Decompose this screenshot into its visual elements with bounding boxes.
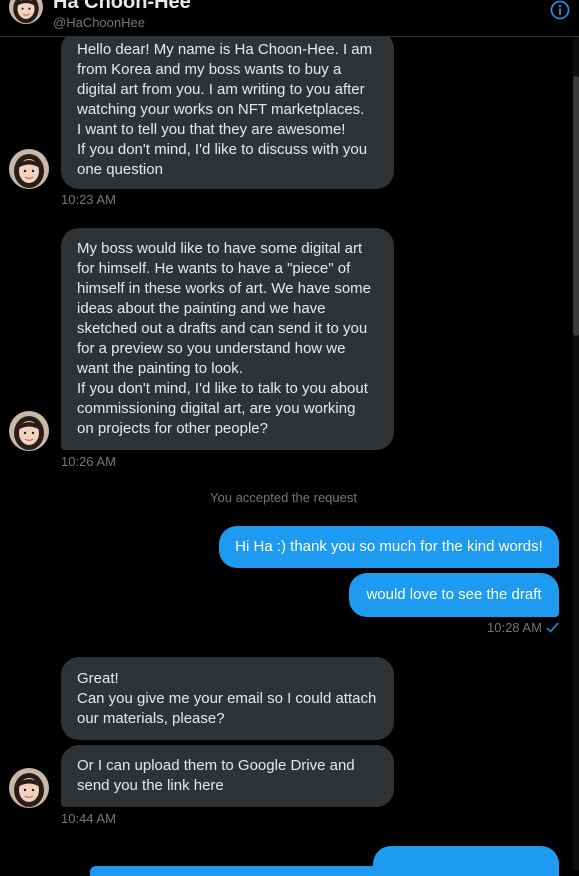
incoming-message[interactable]: My boss would like to have some digital … <box>61 228 394 450</box>
incoming-message[interactable]: Hello dear! My name is Ha Choon-Hee. I a… <box>61 31 394 189</box>
sent-check-icon <box>546 621 559 636</box>
sender-avatar[interactable] <box>9 149 49 189</box>
sender-avatar[interactable] <box>9 768 49 808</box>
incoming-message[interactable]: Or I can upload them to Google Drive and… <box>61 745 394 807</box>
outgoing-message[interactable]: Hi Ha :) thank you so much for the kind … <box>219 526 559 568</box>
message-text: would love to see the draft <box>366 586 542 603</box>
info-icon[interactable] <box>550 0 570 20</box>
outgoing-message[interactable]: would love to see the draft <box>349 573 559 617</box>
message-timestamp: 10:28 AM <box>487 620 559 636</box>
conversation-header: Ha Choon-Hee @HaChoonHee <box>0 0 579 37</box>
sender-avatar[interactable] <box>9 411 49 451</box>
incoming-message[interactable]: Great! Can you give me your email so I c… <box>61 657 394 740</box>
message-timestamp: 10:26 AM <box>61 454 116 469</box>
message-timestamp: 10:44 AM <box>61 811 116 826</box>
message-text: Or I can upload them to Google Drive and… <box>77 757 355 794</box>
scrollbar-thumb[interactable] <box>573 76 579 336</box>
system-notice: You accepted the request <box>210 490 357 505</box>
message-text: Hi Ha :) thank you so much for the kind … <box>235 538 543 555</box>
message-text: My boss would like to have some digital … <box>77 240 372 437</box>
message-text: Great! Can you give me your email so I c… <box>77 669 377 727</box>
message-text: Hello dear! My name is Ha Choon-Hee. I a… <box>77 41 373 178</box>
contact-name: Ha Choon-Hee <box>53 0 191 13</box>
message-composer[interactable] <box>90 866 540 876</box>
profile-avatar[interactable] <box>9 0 43 24</box>
message-time-text: 10:28 AM <box>487 620 542 635</box>
scrollbar-track[interactable] <box>573 36 579 870</box>
contact-handle: @HaChoonHee <box>53 15 145 30</box>
message-timestamp: 10:23 AM <box>61 192 116 207</box>
